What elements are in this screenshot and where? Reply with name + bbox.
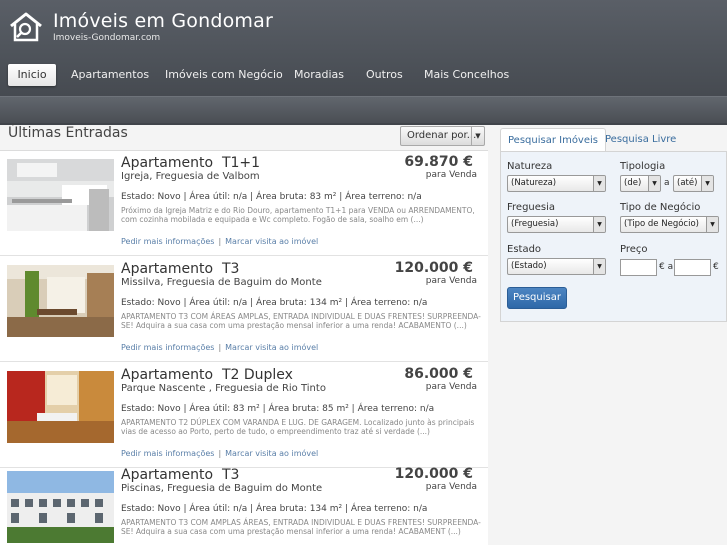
section-title: Últimas Entradas <box>8 125 128 141</box>
property-photo[interactable] <box>7 265 114 337</box>
listing-links: Pedir mais informações | Marcar visita ao … <box>121 237 319 246</box>
listing-specs: Estado: Novo | Área útil: 83 m² | Área b… <box>121 404 435 414</box>
listing-location: Igreja, Freguesia de Valbom <box>121 171 260 182</box>
listing-specs: Estado: Novo | Área útil: n/a | Área bru… <box>121 298 428 308</box>
tab-pesquisar-imoveis[interactable]: Pesquisar Imóveis <box>500 128 606 152</box>
listing-title[interactable]: Apartamento T3 <box>121 467 239 483</box>
chevron-down-icon: ▼ <box>471 127 484 145</box>
listing-specs: Estado: Novo | Área útil: n/a | Área bru… <box>121 504 428 514</box>
listing-description: Próximo da Igreja Matriz e do Rio Douro,… <box>121 206 475 224</box>
site-title[interactable]: Imóveis em Gondomar <box>53 10 273 32</box>
listing-price: 120.000 € <box>394 260 473 276</box>
estado-value: (Estado) <box>511 261 547 271</box>
tab-pesquisa-livre[interactable]: Pesquisa Livre <box>598 128 683 152</box>
preco-separator: € a <box>659 262 674 272</box>
natureza-select[interactable]: (Natureza) ▼ <box>507 175 606 192</box>
search-button[interactable]: Pesquisar <box>507 287 567 309</box>
listing-price: 120.000 € <box>394 466 473 482</box>
listing-title[interactable]: Apartamento T1+1 <box>121 155 260 171</box>
order-by-select[interactable]: Ordenar por... ▼ <box>400 126 485 146</box>
listing-title[interactable]: Apartamento T3 <box>121 261 239 277</box>
nav-item-moradias[interactable]: Moradias <box>286 64 352 86</box>
listing-deal-type: para Venda <box>425 170 477 180</box>
nav-item-outros[interactable]: Outros <box>358 64 411 86</box>
search-panel: Pesquisar Imóveis Pesquisa Livre Naturez… <box>500 128 727 322</box>
listing-price: 69.870 € <box>404 154 473 170</box>
estado-label: Estado <box>507 244 542 255</box>
order-by-label: Ordenar por... <box>407 130 477 141</box>
chevron-down-icon: ▼ <box>593 176 605 191</box>
listing-price: 86.000 € <box>404 366 473 382</box>
request-info-link[interactable]: Pedir mais informações <box>121 237 214 246</box>
nav-item-apartamentos[interactable]: Apartamentos <box>63 64 157 86</box>
property-photo[interactable] <box>7 471 114 543</box>
tipo-negocio-value: (Tipo de Negócio) <box>624 219 699 229</box>
listing-location: Missilva, Freguesia de Baguim do Monte <box>121 277 322 288</box>
tipologia-from-value: (de) <box>624 178 642 188</box>
chevron-down-icon: ▼ <box>701 176 713 191</box>
request-info-link[interactable]: Pedir mais informações <box>121 449 214 458</box>
tipo-negocio-select[interactable]: (Tipo de Negócio) ▼ <box>620 216 719 233</box>
estado-select[interactable]: (Estado) ▼ <box>507 258 606 275</box>
tipologia-to-value: (até) <box>677 178 698 188</box>
listing-description: APARTAMENTO T3 COM ÁREAS AMPLAS, ENTRADA… <box>121 312 481 330</box>
schedule-visit-link[interactable]: Marcar visita ao imóvel <box>225 343 318 352</box>
listing-list: Apartamento T1+1 Igreja, Freguesia de Va… <box>0 150 488 545</box>
listing-specs: Estado: Novo | Área útil: n/a | Área bru… <box>121 192 422 202</box>
house-magnifier-logo-icon[interactable] <box>8 10 44 44</box>
tipo-negocio-label: Tipo de Negócio <box>620 202 701 213</box>
preco-min-input[interactable] <box>620 259 657 276</box>
schedule-visit-link[interactable]: Marcar visita ao imóvel <box>225 237 318 246</box>
freguesia-value: (Freguesia) <box>511 219 559 229</box>
chevron-down-icon: ▼ <box>706 217 718 232</box>
chevron-down-icon: ▼ <box>593 259 605 274</box>
schedule-visit-link[interactable]: Marcar visita ao imóvel <box>225 449 318 458</box>
listing-links: Pedir mais informações | Marcar visita ao … <box>121 343 319 352</box>
natureza-value: (Natureza) <box>511 178 557 188</box>
listing-deal-type: para Venda <box>425 382 477 392</box>
tipologia-separator: a <box>664 178 670 188</box>
header-subbar <box>0 96 727 123</box>
listing-location: Piscinas, Freguesia de Baguim do Monte <box>121 483 323 494</box>
property-photo[interactable] <box>7 371 114 443</box>
nav-item-imoveis-com-negocio[interactable]: Imóveis com Negócio <box>157 64 291 86</box>
listing-title[interactable]: Apartamento T2 Duplex <box>121 367 293 383</box>
listing-item: Apartamento T1+1 Igreja, Freguesia de Va… <box>0 151 488 256</box>
listing-item: Apartamento T3 Piscinas, Freguesia de Ba… <box>0 463 488 545</box>
preco-unit: € <box>713 262 719 272</box>
tipologia-label: Tipologia <box>620 161 666 172</box>
site-domain: Imoveis-Gondomar.com <box>53 33 161 43</box>
request-info-link[interactable]: Pedir mais informações <box>121 343 214 352</box>
nav-item-inicio[interactable]: Inicio <box>8 64 56 86</box>
listing-item: Apartamento T3 Missilva, Freguesia de Ba… <box>0 257 488 362</box>
listing-deal-type: para Venda <box>425 482 477 492</box>
preco-label: Preço <box>620 244 648 255</box>
search-form: Natureza (Natureza) ▼ Tipologia (de) ▼ a… <box>500 151 727 322</box>
listing-links: Pedir mais informações | Marcar visita ao … <box>121 449 319 458</box>
natureza-label: Natureza <box>507 161 553 172</box>
chevron-down-icon: ▼ <box>648 176 660 191</box>
chevron-down-icon: ▼ <box>593 217 605 232</box>
preco-max-input[interactable] <box>674 259 711 276</box>
listing-deal-type: para Venda <box>425 276 477 286</box>
listing-description: APARTAMENTO T3 COM AMPLAS ÁREAS, ENTRADA… <box>121 518 481 536</box>
tipologia-to-select[interactable]: (até) ▼ <box>673 175 714 192</box>
nav-item-mais-concelhos[interactable]: Mais Concelhos <box>416 64 517 86</box>
freguesia-label: Freguesia <box>507 202 556 213</box>
property-photo[interactable] <box>7 159 114 231</box>
listing-item: Apartamento T2 Duplex Parque Nascente , … <box>0 363 488 468</box>
main-nav: Inicio Apartamentos Imóveis com Negócio … <box>0 64 727 88</box>
tipologia-from-select[interactable]: (de) ▼ <box>620 175 661 192</box>
listing-location: Parque Nascente , Freguesia de Rio Tinto <box>121 383 326 394</box>
site-header: Imóveis em Gondomar Imoveis-Gondomar.com… <box>0 0 727 125</box>
listing-description: APARTAMENTO T2 DÚPLEX COM VARANDA E LUG.… <box>121 418 475 436</box>
freguesia-select[interactable]: (Freguesia) ▼ <box>507 216 606 233</box>
